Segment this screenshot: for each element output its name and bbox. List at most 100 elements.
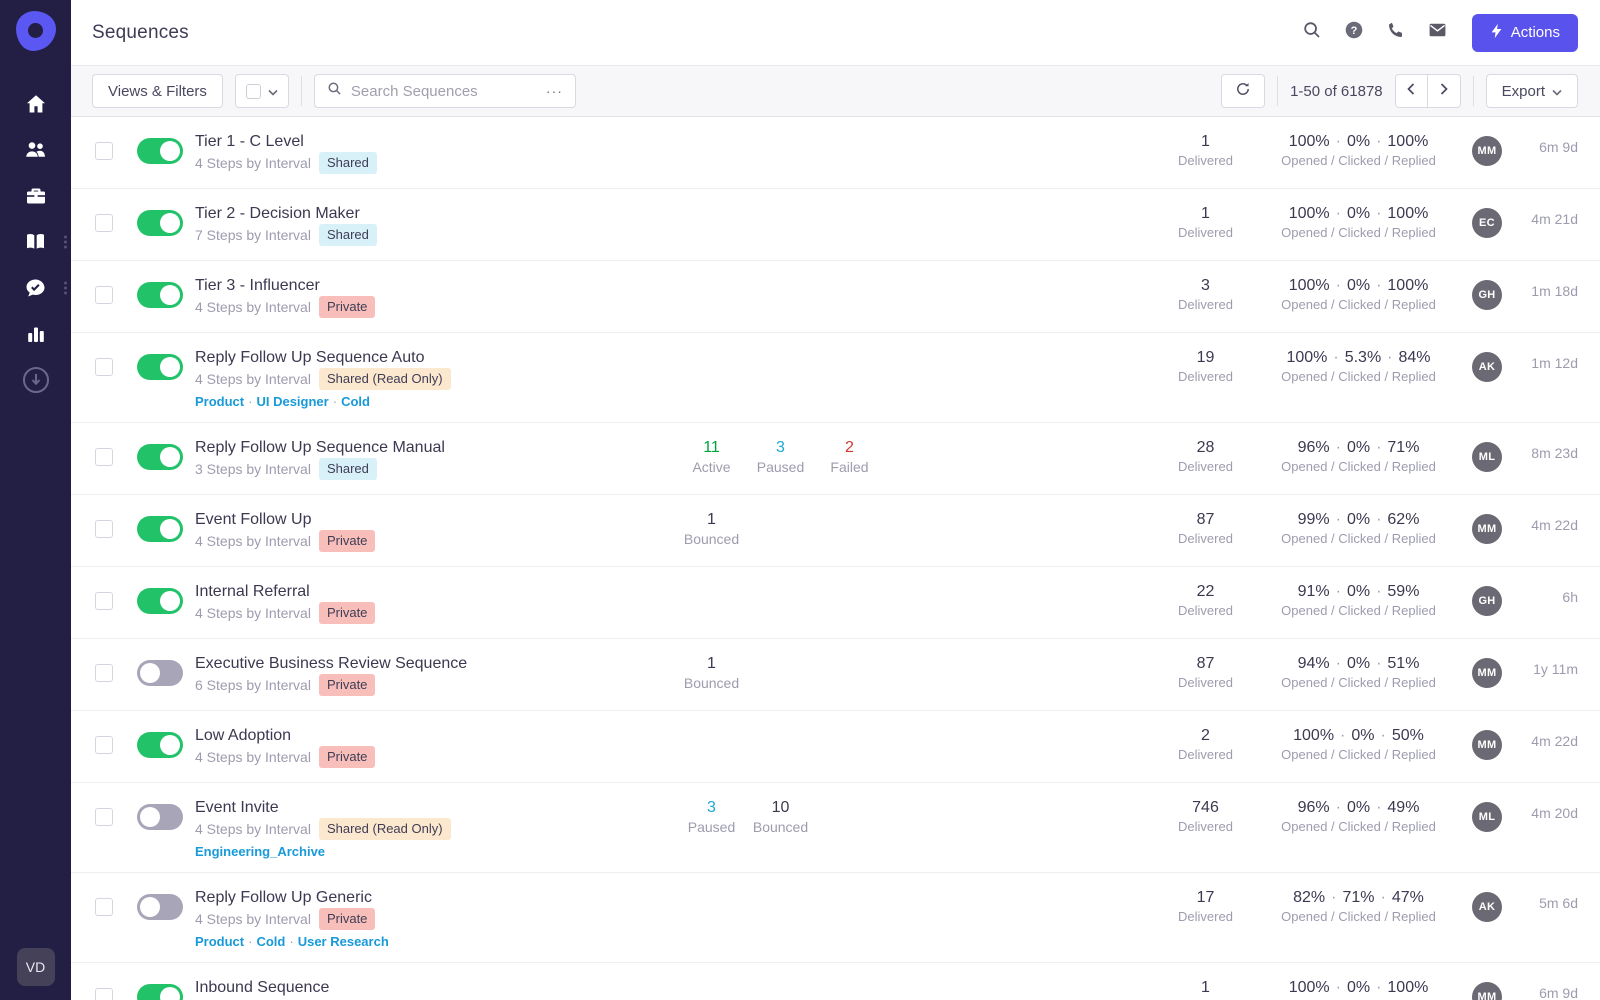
owner-avatar[interactable]: GH: [1472, 586, 1502, 616]
sequence-name[interactable]: Internal Referral: [195, 581, 375, 602]
owner-avatar[interactable]: ML: [1472, 802, 1502, 832]
kebab-menu-icon[interactable]: [64, 281, 67, 295]
sequence-badge: Shared: [318, 458, 377, 480]
sequence-name[interactable]: Reply Follow Up Sequence Manual: [195, 437, 445, 458]
sequence-tag[interactable]: User Research: [298, 934, 389, 949]
row-checkbox[interactable]: [95, 808, 113, 826]
search-options-icon[interactable]: ···: [546, 83, 563, 99]
sidebar-item-home[interactable]: [0, 81, 71, 127]
row-checkbox[interactable]: [95, 358, 113, 376]
sequence-tag[interactable]: Cold: [341, 394, 370, 409]
next-page-button[interactable]: [1427, 74, 1461, 108]
page-title: Sequences: [92, 21, 189, 43]
help-button[interactable]: ?: [1336, 15, 1372, 51]
row-checkbox[interactable]: [95, 448, 113, 466]
actions-button[interactable]: Actions: [1471, 13, 1578, 52]
sequence-toggle[interactable]: [137, 732, 183, 758]
owner-avatar[interactable]: MM: [1472, 658, 1502, 688]
sequence-toggle[interactable]: [137, 138, 183, 164]
ocr-label: Opened / Clicked / Replied: [1281, 225, 1436, 240]
sequence-toggle[interactable]: [137, 282, 183, 308]
lightning-icon: [1490, 23, 1503, 43]
sequence-badge: Private: [318, 908, 376, 930]
sidebar-item-accounts[interactable]: [0, 173, 71, 219]
row-checkbox[interactable]: [95, 286, 113, 304]
sequence-toggle[interactable]: [137, 894, 183, 920]
owner-avatar[interactable]: AK: [1472, 352, 1502, 382]
owner-avatar[interactable]: ML: [1472, 442, 1502, 472]
export-button[interactable]: Export: [1485, 74, 1578, 108]
ocr-values: 96% · 0% · 49%: [1297, 799, 1420, 816]
sequence-badge: Private: [318, 296, 376, 318]
sequence-name[interactable]: Tier 1 - C Level: [195, 131, 377, 152]
search-sequences-input[interactable]: Search Sequences ···: [313, 74, 576, 108]
sidebar-item-playbooks[interactable]: [0, 219, 71, 265]
toggle-knob: [160, 519, 180, 539]
sequence-name[interactable]: Reply Follow Up Sequence Auto: [195, 347, 451, 368]
calls-button[interactable]: [1378, 15, 1414, 51]
sidebar-item-people[interactable]: [0, 127, 71, 173]
toggle-knob: [160, 735, 180, 755]
sequence-toggle[interactable]: [137, 516, 183, 542]
row-checkbox[interactable]: [95, 520, 113, 538]
sequence-tag[interactable]: UI Designer: [256, 394, 328, 409]
search-placeholder: Search Sequences: [350, 82, 478, 100]
owner-avatar[interactable]: EC: [1472, 208, 1502, 238]
sidebar-item-reports[interactable]: [0, 311, 71, 357]
sequence-steps: 7 Steps by Interval: [195, 226, 311, 243]
sequence-name[interactable]: Event Follow Up: [195, 509, 375, 530]
delivered-value: 19: [1196, 349, 1215, 366]
download-icon: [20, 364, 52, 396]
ocr-column: 94% · 0% · 51% Opened / Clicked / Replied: [1261, 653, 1456, 692]
sequence-badge: Shared (Read Only): [318, 818, 451, 840]
toggle-knob: [140, 807, 160, 827]
owner-avatar[interactable]: MM: [1472, 136, 1502, 166]
sequence-toggle[interactable]: [137, 444, 183, 470]
sequence-name[interactable]: Tier 3 - Influencer: [195, 275, 375, 296]
mailbox-button[interactable]: [1420, 15, 1456, 51]
sequence-tag[interactable]: Product: [195, 394, 244, 409]
sequence-name[interactable]: Reply Follow Up Generic: [195, 887, 389, 908]
row-checkbox[interactable]: [95, 142, 113, 160]
delivered-column: 1 Delivered: [1158, 131, 1253, 170]
sequence-tag[interactable]: Engineering_Archive: [195, 844, 325, 859]
owner-avatar[interactable]: MM: [1472, 514, 1502, 544]
delivered-label: Delivered: [1178, 297, 1233, 312]
sequence-tag[interactable]: Product: [195, 934, 244, 949]
app-logo-icon[interactable]: [15, 11, 56, 51]
sequence-name[interactable]: Inbound Sequence: [195, 977, 329, 998]
owner-avatar[interactable]: MM: [1472, 982, 1502, 1000]
sequence-name[interactable]: Low Adoption: [195, 725, 375, 746]
prev-page-button[interactable]: [1394, 74, 1428, 108]
sequence-toggle[interactable]: [137, 804, 183, 830]
sequence-tag[interactable]: Cold: [256, 934, 285, 949]
owner-avatar[interactable]: GH: [1472, 280, 1502, 310]
refresh-button[interactable]: [1221, 74, 1266, 108]
row-checkbox[interactable]: [95, 736, 113, 754]
sequence-toggle[interactable]: [137, 354, 183, 380]
kebab-menu-icon[interactable]: [64, 235, 67, 249]
ocr-column: 96% · 0% · 49% Opened / Clicked / Replied: [1261, 797, 1456, 836]
sequence-toggle[interactable]: [137, 588, 183, 614]
row-checkbox[interactable]: [95, 214, 113, 232]
sequence-toggle[interactable]: [137, 210, 183, 236]
row-checkbox[interactable]: [95, 898, 113, 916]
sequence-name[interactable]: Executive Business Review Sequence: [195, 653, 467, 674]
user-avatar[interactable]: VD: [16, 948, 55, 986]
owner-avatar[interactable]: MM: [1472, 730, 1502, 760]
sequence-name[interactable]: Tier 2 - Decision Maker: [195, 203, 377, 224]
sequence-name[interactable]: Event Invite: [195, 797, 451, 818]
owner-avatar[interactable]: AK: [1472, 892, 1502, 922]
sidebar-item-downloads[interactable]: [0, 357, 71, 403]
row-checkbox[interactable]: [95, 988, 113, 1000]
views-filters-button[interactable]: Views & Filters: [92, 74, 223, 108]
sidebar-item-tasks[interactable]: [0, 265, 71, 311]
sequence-toggle[interactable]: [137, 660, 183, 686]
row-checkbox[interactable]: [95, 592, 113, 610]
select-all-checkbox[interactable]: [245, 83, 261, 99]
select-all-dropdown[interactable]: [234, 74, 289, 108]
row-checkbox[interactable]: [95, 664, 113, 682]
global-search-button[interactable]: [1294, 15, 1330, 51]
search-icon: [327, 81, 342, 101]
sequence-toggle[interactable]: [137, 984, 183, 1000]
